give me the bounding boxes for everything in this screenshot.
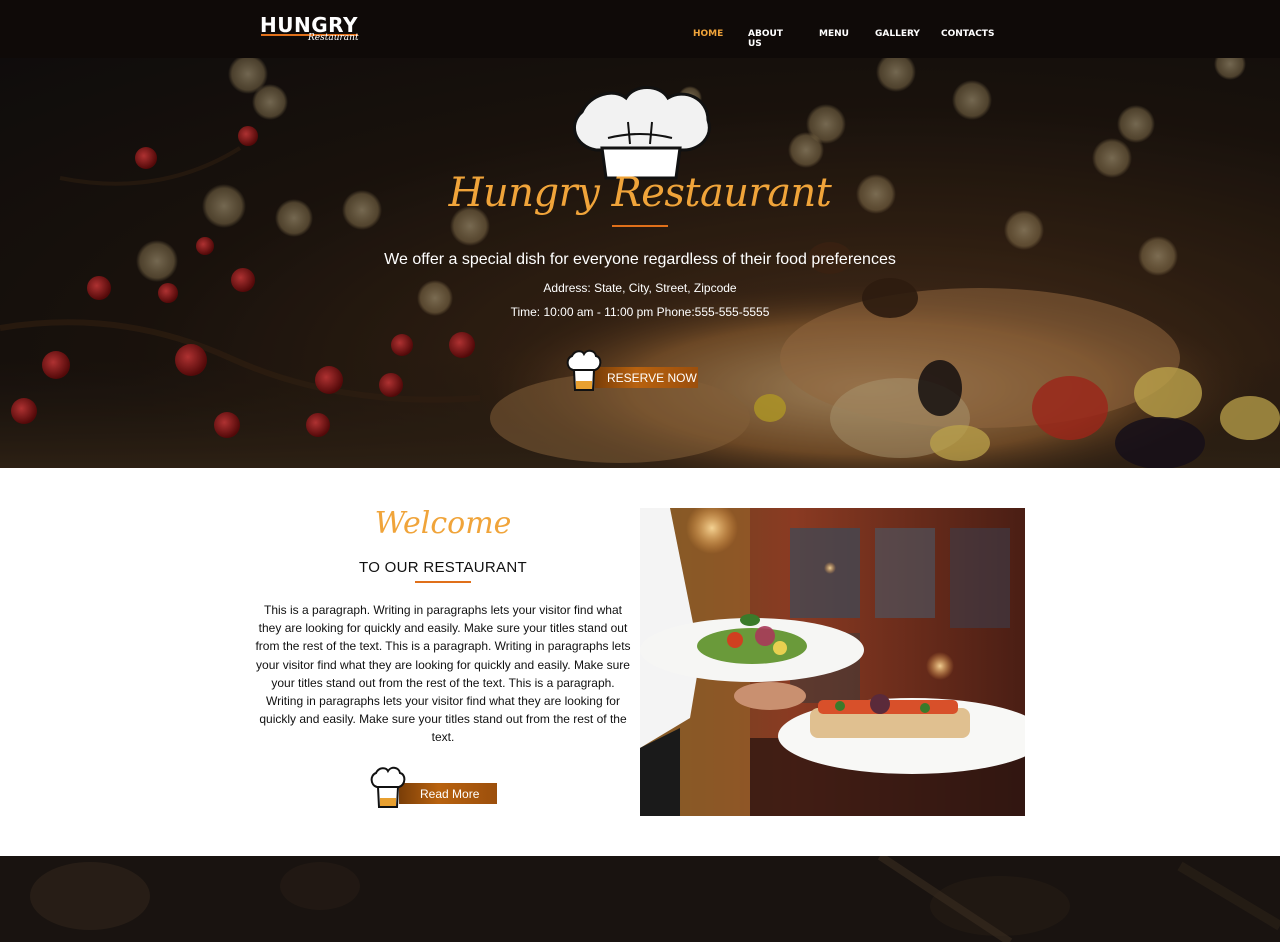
hero-tagline: We offer a special dish for everyone reg… xyxy=(384,251,896,268)
nav-contacts-link[interactable]: CONTACTS xyxy=(941,29,994,39)
hero-title-underline xyxy=(612,225,668,227)
hero-banner: Hungry Restaurant We offer a special dis… xyxy=(0,58,1280,468)
nav-about-link[interactable]: ABOUT US xyxy=(748,29,783,49)
welcome-section: Welcome TO OUR RESTAURANT This is a para… xyxy=(0,468,1280,856)
nav-home-link[interactable]: HOME xyxy=(693,29,723,39)
nav-gallery-link[interactable]: GALLERY xyxy=(875,29,920,39)
site-logo[interactable]: HUNGRY Restaurant xyxy=(260,12,370,48)
welcome-title: Welcome xyxy=(374,506,512,541)
welcome-underline xyxy=(415,581,471,583)
waiter-serving-photo xyxy=(640,508,1025,816)
welcome-paragraph: This is a paragraph. Writing in paragrap… xyxy=(255,603,631,745)
top-navbar: HUNGRY Restaurant HOME ABOUT US MENU GAL… xyxy=(0,0,1280,58)
reserve-now-button[interactable]: RESERVE NOW xyxy=(565,348,700,394)
bottom-background-image xyxy=(30,856,1280,942)
reserve-button-label: RESERVE NOW xyxy=(607,371,697,385)
chef-hat-icon xyxy=(370,766,406,808)
hero-hours-phone: Time: 10:00 am - 11:00 pm Phone:555-555-… xyxy=(510,305,770,319)
chef-hat-icon xyxy=(572,86,711,180)
hero-address: Address: State, City, Street, Zipcode xyxy=(543,281,737,295)
hero-title: Hungry Restaurant xyxy=(448,170,832,216)
welcome-subtitle: TO OUR RESTAURANT xyxy=(359,559,527,576)
read-more-button-label: Read More xyxy=(420,787,480,801)
chef-hat-icon xyxy=(566,349,602,391)
read-more-button[interactable]: Read More xyxy=(369,765,499,809)
nav-menu-link[interactable]: MENU xyxy=(819,29,849,39)
bottom-dark-section xyxy=(0,856,1280,942)
logo-tagline: Restaurant xyxy=(308,33,359,43)
